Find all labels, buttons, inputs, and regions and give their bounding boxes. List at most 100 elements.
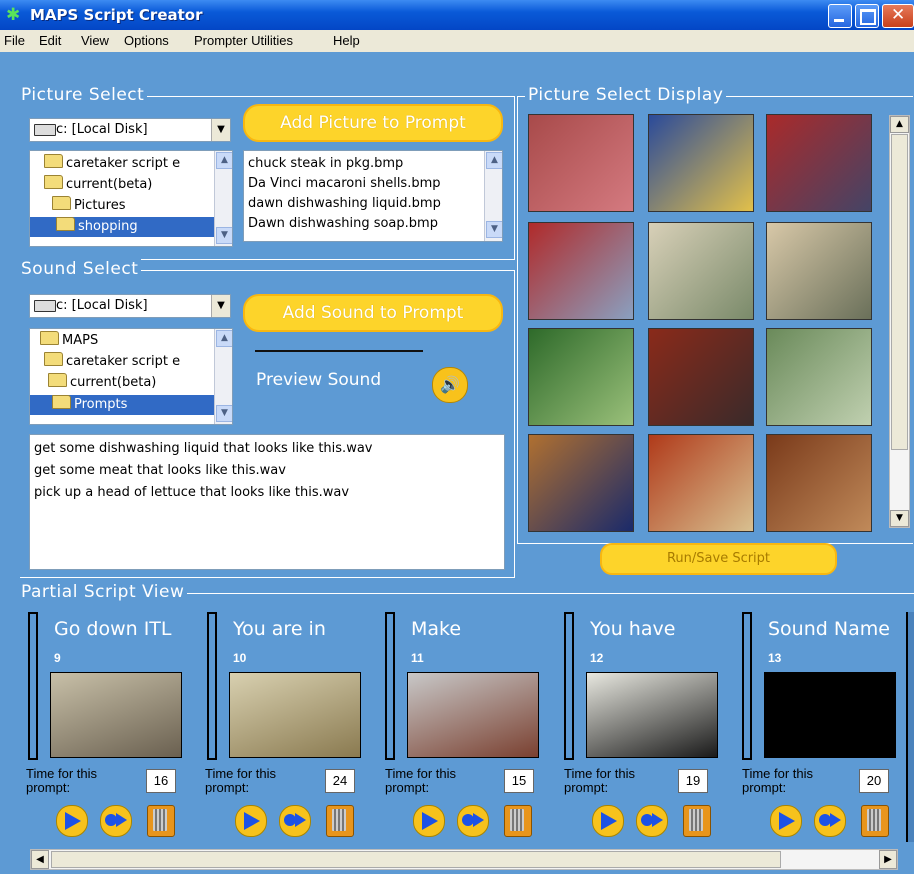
scroll-down-icon[interactable]: ▼ <box>216 227 232 244</box>
trash-icon[interactable] <box>683 805 711 837</box>
next-icon[interactable] <box>457 805 489 837</box>
script-card[interactable]: Go down ITL 9 <box>28 612 198 762</box>
trash-icon[interactable] <box>504 805 532 837</box>
speaker-icon[interactable]: 🔊 <box>432 367 468 403</box>
run-save-script-button[interactable]: Run/Save Script <box>600 543 837 575</box>
scroll-left-icon[interactable]: ◀ <box>31 850 49 869</box>
card-image-corridor[interactable] <box>407 672 539 758</box>
picture-file-item[interactable]: Da Vinci macaroni shells.bmp <box>248 176 441 191</box>
picture-file-item[interactable]: chuck steak in pkg.bmp <box>248 156 403 171</box>
folder-item-selected[interactable]: Prompts <box>30 395 214 415</box>
next-icon[interactable] <box>279 805 311 837</box>
scroll-right-icon[interactable]: ▶ <box>879 850 897 869</box>
folder-item[interactable]: caretaker script e <box>44 352 180 372</box>
picture-display-scrollbar[interactable]: ▲ ▼ <box>889 115 910 528</box>
next-icon[interactable] <box>100 805 132 837</box>
thumbnail-dish-soap-bottles[interactable] <box>766 114 872 212</box>
time-input[interactable]: 15 <box>504 769 534 793</box>
picture-folder-tree[interactable]: caretaker script e current(beta) Picture… <box>29 150 233 247</box>
scroll-down-icon[interactable]: ▼ <box>216 405 232 422</box>
card-divider <box>906 612 914 842</box>
thumbnail-toy-on-carpet[interactable] <box>528 434 634 532</box>
trash-icon[interactable] <box>326 805 354 837</box>
card-image-hallway[interactable] <box>50 672 182 758</box>
menu-edit[interactable]: Edit <box>39 33 61 48</box>
chevron-down-icon[interactable]: ▼ <box>211 295 230 317</box>
folder-item-selected[interactable]: shopping <box>30 217 214 237</box>
sound-file-item[interactable]: pick up a head of lettuce that looks lik… <box>34 485 349 500</box>
minimize-button[interactable] <box>828 4 852 28</box>
sound-file-item[interactable]: get some dishwashing liquid that looks l… <box>34 441 372 456</box>
folder-item[interactable]: current(beta) <box>48 373 156 393</box>
play-icon[interactable] <box>770 805 802 837</box>
script-card[interactable]: Make 11 <box>385 612 555 762</box>
play-icon[interactable] <box>235 805 267 837</box>
picture-file-item[interactable]: dawn dishwashing liquid.bmp <box>248 196 441 211</box>
chevron-down-icon[interactable]: ▼ <box>211 119 230 141</box>
add-picture-to-prompt-button[interactable]: Add Picture to Prompt <box>243 104 503 142</box>
sound-file-item[interactable]: get some meat that looks like this.wav <box>34 463 286 478</box>
time-input[interactable]: 20 <box>859 769 889 793</box>
sound-folder-tree[interactable]: MAPS caretaker script e current(beta) Pr… <box>29 328 233 425</box>
scroll-up-icon[interactable]: ▲ <box>216 152 232 169</box>
picture-drive-value: c: [Local Disk] <box>56 122 148 137</box>
thumbnail-cabbage[interactable] <box>766 328 872 426</box>
script-card[interactable]: Sound Name 13 <box>742 612 912 762</box>
menu-help[interactable]: Help <box>333 33 360 48</box>
next-icon[interactable] <box>814 805 846 837</box>
scroll-down-icon[interactable]: ▼ <box>890 510 909 527</box>
thumbnail-sauce-jars-shelf[interactable] <box>648 328 754 426</box>
play-icon[interactable] <box>592 805 624 837</box>
close-button[interactable]: ✕ <box>882 4 914 28</box>
play-icon[interactable] <box>56 805 88 837</box>
script-horizontal-scrollbar[interactable]: ◀ ▶ <box>30 849 898 870</box>
thumbnail-prego-jars[interactable] <box>648 434 754 532</box>
thumbnail-dawn-bottles-shelf[interactable] <box>528 222 634 320</box>
scroll-up-icon[interactable]: ▲ <box>486 152 502 169</box>
maximize-button[interactable] <box>855 4 879 28</box>
picture-display-legend: Picture Select Display <box>525 85 727 105</box>
sound-drive-select[interactable]: c: [Local Disk] ▼ <box>29 294 231 318</box>
time-input[interactable]: 19 <box>678 769 708 793</box>
thumbnail-dollar-bill[interactable] <box>648 222 754 320</box>
folder-item[interactable]: caretaker script e <box>44 154 180 174</box>
thumbnail-meat-package[interactable] <box>528 114 634 212</box>
picture-file-scrollbar[interactable]: ▲ ▼ <box>484 151 502 241</box>
card-image-glass-doors[interactable] <box>229 672 361 758</box>
scroll-up-icon[interactable]: ▲ <box>216 330 232 347</box>
picture-folder-scrollbar[interactable]: ▲ ▼ <box>214 151 232 246</box>
trash-icon[interactable] <box>861 805 889 837</box>
folder-icon <box>52 196 71 210</box>
time-input[interactable]: 16 <box>146 769 176 793</box>
thumbnail-five-dollar-bill[interactable] <box>766 222 872 320</box>
card-image-blank[interactable] <box>764 672 896 758</box>
script-card[interactable]: You have 12 <box>564 612 734 762</box>
folder-item[interactable]: MAPS <box>40 331 98 351</box>
folder-item[interactable]: current(beta) <box>44 175 152 195</box>
card-image-room-sign[interactable] <box>586 672 718 758</box>
sound-file-list[interactable]: get some dishwashing liquid that looks l… <box>29 434 505 570</box>
picture-file-list[interactable]: chuck steak in pkg.bmp Da Vinci macaroni… <box>243 150 503 242</box>
scroll-down-icon[interactable]: ▼ <box>486 221 502 238</box>
thumbnail-green-peppers[interactable] <box>528 328 634 426</box>
play-icon[interactable] <box>413 805 445 837</box>
scroll-up-icon[interactable]: ▲ <box>890 116 909 133</box>
time-input[interactable]: 24 <box>325 769 355 793</box>
thumbnail-pasta-boxes[interactable] <box>648 114 754 212</box>
menu-view[interactable]: View <box>81 33 109 48</box>
next-icon[interactable] <box>636 805 668 837</box>
picture-file-item[interactable]: Dawn dishwashing soap.bmp <box>248 216 438 231</box>
sound-folder-scrollbar[interactable]: ▲ ▼ <box>214 329 232 424</box>
script-card[interactable]: You are in 10 <box>207 612 377 762</box>
menu-file[interactable]: File <box>4 33 25 48</box>
trash-icon[interactable] <box>147 805 175 837</box>
folder-item[interactable]: Pictures <box>52 196 125 216</box>
scrollbar-thumb[interactable] <box>891 134 908 450</box>
scrollbar-thumb[interactable] <box>51 851 781 868</box>
menu-prompter-utilities[interactable]: Prompter Utilities <box>194 33 293 48</box>
thumbnail-leather-purse[interactable] <box>766 434 872 532</box>
picture-drive-select[interactable]: c: [Local Disk] ▼ <box>29 118 231 142</box>
close-icon: ✕ <box>891 5 906 25</box>
add-sound-to-prompt-button[interactable]: Add Sound to Prompt <box>243 294 503 332</box>
menu-options[interactable]: Options <box>124 33 169 48</box>
